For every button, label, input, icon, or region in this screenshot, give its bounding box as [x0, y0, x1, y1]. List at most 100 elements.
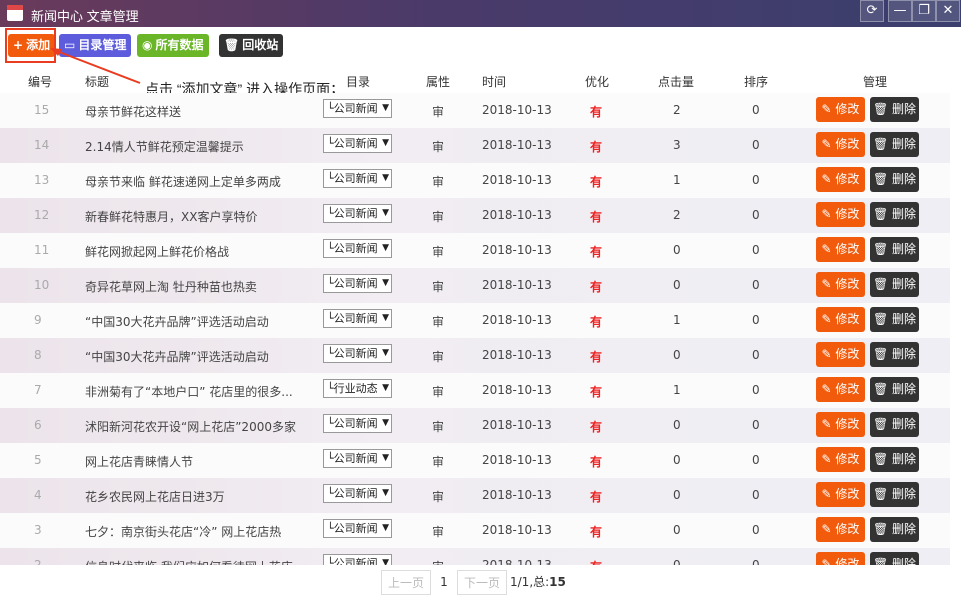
delete-button[interactable]: 🗑 删除	[870, 272, 919, 297]
table-row: 8 “中国30大花卉品牌”评选活动启动 └公司新闻 ▼ 审 2018-10-13 有 0 0 ✎ …	[0, 338, 950, 373]
row-date: 2018-10-13	[482, 488, 552, 502]
directory-value: └行业动态	[327, 382, 378, 395]
table-row: 15 母亲节鲜花这样送 └公司新闻 ▼ 审 2018-10-13 有 2 0 ✎ 修改 🗑 删除	[0, 93, 950, 128]
directory-value: └公司新闻	[327, 347, 378, 360]
delete-button[interactable]: 🗑 删除	[870, 167, 919, 192]
directory-select[interactable]: └公司新闻 ▼	[323, 449, 392, 468]
row-title[interactable]: 母亲节来临 鲜花速递网上定单多两成	[85, 173, 281, 190]
edit-button[interactable]: ✎ 修改	[816, 377, 865, 402]
row-title[interactable]: 花乡农民网上花店日进3万	[85, 488, 225, 505]
edit-button[interactable]: ✎ 修改	[816, 167, 865, 192]
page-number[interactable]: 1	[433, 570, 455, 595]
row-title[interactable]: “中国30大花卉品牌”评选活动启动	[85, 313, 269, 330]
row-clicks: 0	[673, 488, 681, 502]
delete-button[interactable]: 🗑 删除	[870, 342, 919, 367]
delete-button[interactable]: 🗑 删除	[870, 307, 919, 332]
directory-select[interactable]: └公司新闻 ▼	[323, 484, 392, 503]
directory-select[interactable]: └公司新闻 ▼	[323, 134, 392, 153]
prev-page-button[interactable]: 上一页	[381, 570, 431, 595]
row-optimize: 有	[590, 350, 603, 364]
row-date: 2018-10-13	[482, 173, 552, 187]
directory-select[interactable]: └公司新闻 ▼	[323, 274, 392, 293]
row-title[interactable]: 母亲节鲜花这样送	[85, 103, 181, 120]
row-clicks: 2	[673, 103, 681, 117]
delete-button[interactable]: 🗑 删除	[870, 517, 919, 542]
delete-button[interactable]: 🗑 删除	[870, 482, 919, 507]
dropdown-arrow-icon: ▼	[382, 278, 389, 288]
next-page-button[interactable]: 下一页	[457, 570, 507, 595]
table-row: 5 网上花店青睐情人节 └公司新闻 ▼ 审 2018-10-13 有 0 0 ✎ 修改 🗑 删除	[0, 443, 950, 478]
delete-button[interactable]: 🗑 删除	[870, 447, 919, 472]
dropdown-arrow-icon: ▼	[382, 173, 389, 183]
row-title[interactable]: 网上花店青睐情人节	[85, 453, 193, 470]
row-title[interactable]: 非洲菊有了“本地户口” 花店里的很多...	[85, 383, 293, 400]
directory-select[interactable]: └公司新闻 ▼	[323, 309, 392, 328]
row-date: 2018-10-13	[482, 383, 552, 397]
edit-button[interactable]: ✎ 修改	[816, 202, 865, 227]
row-sort: 0	[752, 453, 760, 467]
row-id: 15	[34, 103, 50, 117]
row-title[interactable]: “中国30大花卉品牌”评选活动启动	[85, 348, 269, 365]
edit-button[interactable]: ✎ 修改	[816, 447, 865, 472]
row-date: 2018-10-13	[482, 138, 552, 152]
directory-select[interactable]: └公司新闻 ▼	[323, 169, 392, 188]
edit-button[interactable]: ✎ 修改	[816, 517, 865, 542]
dropdown-arrow-icon: ▼	[382, 523, 389, 533]
row-sort: 0	[752, 523, 760, 537]
row-sort: 0	[752, 278, 760, 292]
delete-label: 删除	[892, 137, 917, 151]
row-title[interactable]: 奇异花草网上淘 牡丹种苗也热卖	[85, 278, 257, 295]
directory-value: └公司新闻	[327, 242, 378, 255]
scrollbar[interactable]	[953, 27, 961, 600]
delete-button[interactable]: 🗑 删除	[870, 97, 919, 122]
row-title[interactable]: 2.14情人节鲜花预定温馨提示	[85, 138, 244, 155]
delete-label: 删除	[892, 242, 917, 256]
delete-button[interactable]: 🗑 删除	[870, 202, 919, 227]
row-clicks: 0	[673, 453, 681, 467]
directory-select[interactable]: └行业动态 ▼	[323, 379, 392, 398]
edit-button[interactable]: ✎ 修改	[816, 237, 865, 262]
row-attribute: 审	[432, 385, 445, 399]
edit-button[interactable]: ✎ 修改	[816, 412, 865, 437]
row-sort: 0	[752, 138, 760, 152]
row-optimize: 有	[590, 455, 603, 469]
row-title[interactable]: 沭阳新河花农开设“网上花店”2000多家	[85, 418, 296, 435]
row-optimize: 有	[590, 105, 603, 119]
row-clicks: 0	[673, 348, 681, 362]
table-row: 13 母亲节来临 鲜花速递网上定单多两成 └公司新闻 ▼ 审 2018-10-13 有 1 0 ✎…	[0, 163, 950, 198]
directory-select[interactable]: └公司新闻 ▼	[323, 239, 392, 258]
row-optimize: 有	[590, 385, 603, 399]
directory-value: └公司新闻	[327, 522, 378, 535]
directory-select[interactable]: └公司新闻 ▼	[323, 99, 392, 118]
table-row: 14 2.14情人节鲜花预定温馨提示 └公司新闻 ▼ 审 2018-10-13 有 3 0 ✎ 修…	[0, 128, 950, 163]
row-title[interactable]: 七夕：南京街头花店“冷” 网上花店热	[85, 523, 281, 540]
edit-button[interactable]: ✎ 修改	[816, 97, 865, 122]
row-clicks: 0	[673, 243, 681, 257]
delete-button[interactable]: 🗑 删除	[870, 237, 919, 262]
pencil-icon: ✎	[821, 277, 836, 291]
row-title[interactable]: 新春鲜花特惠月，XX客户享特价	[85, 208, 257, 225]
directory-select[interactable]: └公司新闻 ▼	[323, 344, 392, 363]
trash-icon: 🗑	[872, 207, 893, 221]
delete-button[interactable]: 🗑 删除	[870, 412, 919, 437]
edit-button[interactable]: ✎ 修改	[816, 307, 865, 332]
directory-select[interactable]: └公司新闻 ▼	[323, 204, 392, 223]
edit-button[interactable]: ✎ 修改	[816, 132, 865, 157]
directory-select[interactable]: └公司新闻 ▼	[323, 414, 392, 433]
row-sort: 0	[752, 348, 760, 362]
edit-button[interactable]: ✎ 修改	[816, 342, 865, 367]
dropdown-arrow-icon: ▼	[382, 488, 389, 498]
row-date: 2018-10-13	[482, 313, 552, 327]
delete-button[interactable]: 🗑 删除	[870, 377, 919, 402]
delete-label: 删除	[892, 452, 917, 466]
row-attribute: 审	[432, 105, 445, 119]
edit-button[interactable]: ✎ 修改	[816, 272, 865, 297]
edit-label: 修改	[835, 522, 860, 536]
edit-button[interactable]: ✎ 修改	[816, 482, 865, 507]
row-title[interactable]: 鲜花网掀起网上鲜花价格战	[85, 243, 229, 260]
row-optimize: 有	[590, 420, 603, 434]
page-summary: 1/1,总:15	[510, 570, 580, 595]
delete-button[interactable]: 🗑 删除	[870, 132, 919, 157]
directory-select[interactable]: └公司新闻 ▼	[323, 519, 392, 538]
page-summary-prefix: 1/1,总:	[510, 575, 550, 589]
